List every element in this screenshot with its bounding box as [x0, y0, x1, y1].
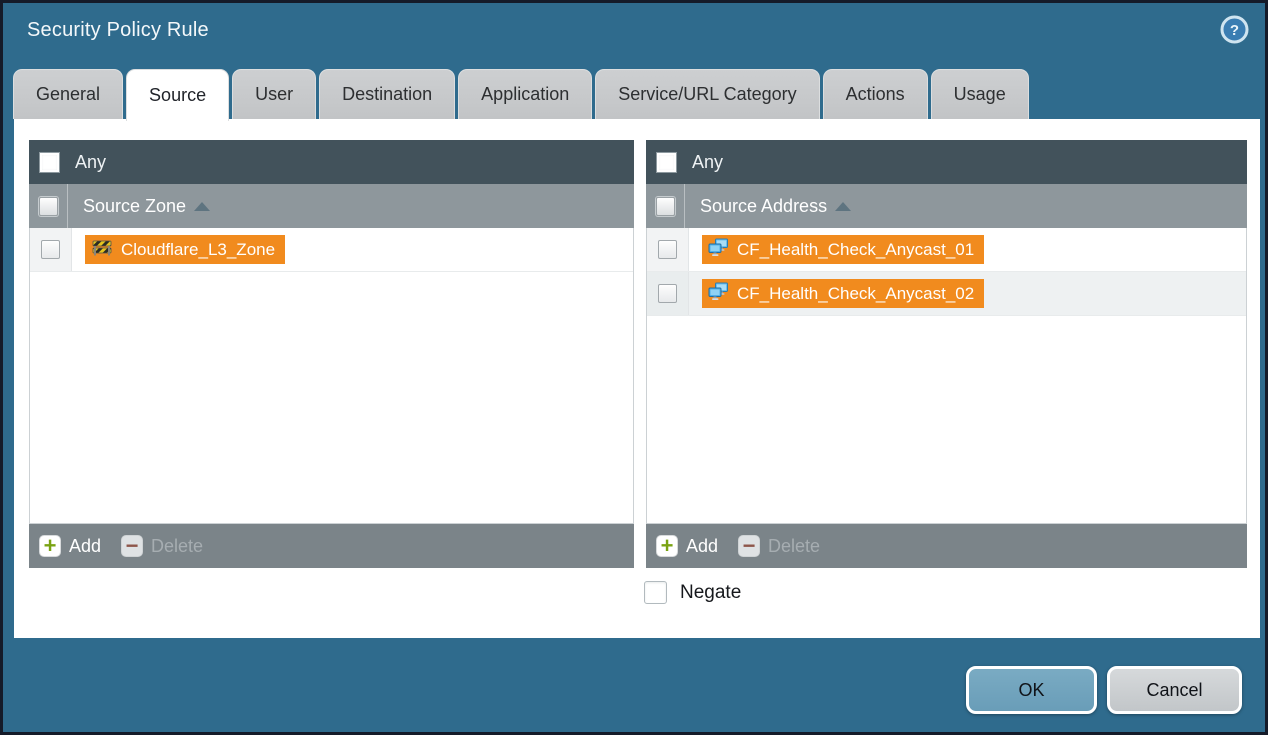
delete-button-label: Delete [768, 536, 820, 557]
row-check-cell [647, 228, 689, 271]
negate-label: Negate [680, 582, 741, 604]
source-address-panel: Any Source Address [646, 140, 1247, 568]
zone-object-label: Cloudflare_L3_Zone [121, 240, 275, 260]
column-divider [67, 184, 68, 228]
ok-button[interactable]: OK [966, 666, 1097, 714]
source-zone-any-row: Any [29, 140, 634, 184]
source-zone-column-title[interactable]: Source Zone [83, 196, 186, 217]
tab-bar: General Source User Destination Applicat… [13, 69, 1029, 119]
tab-usage[interactable]: Usage [931, 69, 1029, 119]
tab-source[interactable]: Source [126, 69, 229, 121]
source-address-list: CF_Health_Check_Anycast_01 [646, 228, 1247, 524]
negate-checkbox[interactable] [644, 581, 667, 604]
row-checkbox[interactable] [41, 240, 60, 259]
row-checkbox[interactable] [658, 240, 677, 259]
source-zone-add-button[interactable]: + Add [39, 535, 101, 557]
zone-object-tag[interactable]: Cloudflare_L3_Zone [85, 235, 285, 264]
source-zone-list: Cloudflare_L3_Zone [29, 228, 634, 524]
source-address-add-button[interactable]: + Add [656, 535, 718, 557]
tab-destination[interactable]: Destination [319, 69, 455, 119]
delete-icon: − [121, 535, 143, 557]
row-checkbox[interactable] [658, 284, 677, 303]
tab-content-source: Any Source Zone [14, 119, 1260, 638]
tab-service-url-category[interactable]: Service/URL Category [595, 69, 819, 119]
delete-icon: − [738, 535, 760, 557]
source-zone-panel: Any Source Zone [29, 140, 634, 568]
source-address-any-row: Any [646, 140, 1247, 184]
zone-icon [91, 239, 113, 261]
source-address-select-all-checkbox[interactable] [656, 197, 675, 216]
address-object-tag[interactable]: CF_Health_Check_Anycast_01 [702, 235, 984, 264]
address-object-label: CF_Health_Check_Anycast_02 [737, 284, 974, 304]
tab-general[interactable]: General [13, 69, 123, 119]
add-button-label: Add [686, 536, 718, 557]
source-address-column-header: Source Address [646, 184, 1247, 228]
column-divider [684, 184, 685, 228]
svg-text:?: ? [1230, 22, 1239, 39]
source-zone-any-label: Any [75, 152, 106, 173]
source-address-any-label: Any [692, 152, 723, 173]
add-icon: + [656, 535, 678, 557]
sort-ascending-icon[interactable] [194, 202, 210, 211]
security-policy-rule-dialog: Security Policy Rule ? General Source Us… [0, 0, 1268, 735]
tab-application[interactable]: Application [458, 69, 592, 119]
table-row: CF_Health_Check_Anycast_02 [647, 272, 1246, 316]
dialog-title: Security Policy Rule [27, 19, 209, 42]
delete-button-label: Delete [151, 536, 203, 557]
source-zone-select-all-checkbox[interactable] [39, 197, 58, 216]
source-address-delete-button[interactable]: − Delete [738, 535, 820, 557]
source-zone-toolbar: + Add − Delete [29, 524, 634, 568]
source-address-column-title[interactable]: Source Address [700, 196, 827, 217]
tab-user[interactable]: User [232, 69, 316, 119]
cancel-button[interactable]: Cancel [1107, 666, 1242, 714]
sort-ascending-icon[interactable] [835, 202, 851, 211]
source-address-any-checkbox[interactable] [656, 152, 677, 173]
source-zone-delete-button[interactable]: − Delete [121, 535, 203, 557]
table-row: Cloudflare_L3_Zone [30, 228, 633, 272]
help-icon[interactable]: ? [1220, 15, 1249, 44]
row-check-cell [30, 228, 72, 271]
add-icon: + [39, 535, 61, 557]
negate-option: Negate [644, 581, 741, 604]
add-button-label: Add [69, 536, 101, 557]
address-object-label: CF_Health_Check_Anycast_01 [737, 240, 974, 260]
address-icon [708, 238, 729, 262]
tab-actions[interactable]: Actions [823, 69, 928, 119]
address-object-tag[interactable]: CF_Health_Check_Anycast_02 [702, 279, 984, 308]
source-address-toolbar: + Add − Delete [646, 524, 1247, 568]
row-check-cell [647, 272, 689, 315]
address-icon [708, 282, 729, 306]
table-row: CF_Health_Check_Anycast_01 [647, 228, 1246, 272]
source-zone-any-checkbox[interactable] [39, 152, 60, 173]
source-zone-column-header: Source Zone [29, 184, 634, 228]
